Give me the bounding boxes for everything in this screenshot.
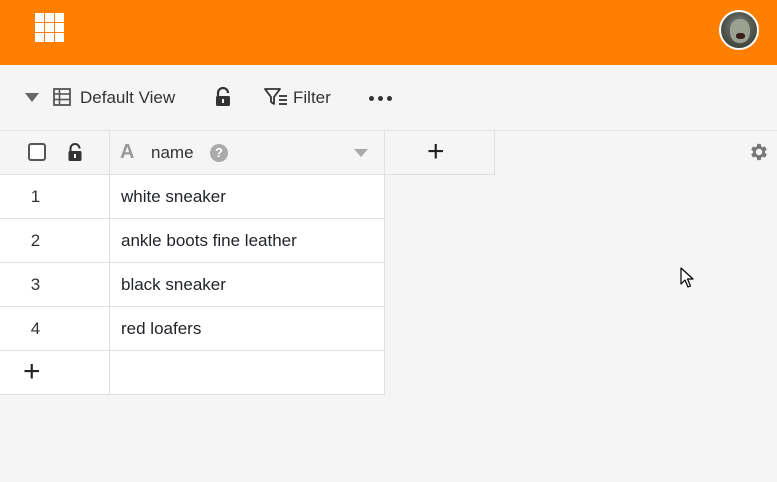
view-name-button[interactable]: Default View xyxy=(80,65,175,131)
add-row-icon[interactable]: + xyxy=(23,357,41,387)
table-view-icon xyxy=(53,88,71,106)
text-type-icon: A xyxy=(120,141,135,163)
column-header-name[interactable]: A name ? xyxy=(110,131,385,175)
row-index: 4 xyxy=(0,307,110,350)
table-row[interactable]: 4 red loafers xyxy=(0,307,385,351)
name-cell[interactable]: ankle boots fine leather xyxy=(110,219,385,262)
settings-gear-icon[interactable] xyxy=(748,141,770,163)
name-cell[interactable]: black sneaker xyxy=(110,263,385,306)
add-column-icon: + xyxy=(427,135,445,168)
row-index: 2 xyxy=(0,219,110,262)
collapse-caret-icon[interactable] xyxy=(25,93,39,102)
index-header xyxy=(0,131,110,175)
row-index: 3 xyxy=(0,263,110,306)
select-all-checkbox[interactable] xyxy=(28,143,46,161)
name-cell[interactable]: red loafers xyxy=(110,307,385,350)
filter-icon[interactable] xyxy=(264,88,288,106)
apps-grid-icon[interactable] xyxy=(35,13,64,42)
add-row[interactable]: + xyxy=(0,351,385,395)
more-icon[interactable] xyxy=(369,65,392,131)
add-column-button[interactable]: + xyxy=(385,131,495,175)
row-index: 1 xyxy=(0,175,110,218)
column-menu-caret-icon[interactable] xyxy=(354,149,368,157)
name-cell[interactable]: white sneaker xyxy=(110,175,385,218)
avatar-mouth xyxy=(736,33,745,39)
view-toolbar: Default View Filter xyxy=(0,65,777,131)
mouse-cursor xyxy=(680,267,694,288)
avatar-face xyxy=(730,19,750,43)
add-row-empty-cell[interactable] xyxy=(110,351,385,394)
lock-icon[interactable] xyxy=(67,143,83,162)
lock-icon[interactable] xyxy=(214,87,232,107)
table-row[interactable]: 1 white sneaker xyxy=(0,175,385,219)
filter-button[interactable]: Filter xyxy=(293,65,331,131)
table-row[interactable]: 2 ankle boots fine leather xyxy=(0,219,385,263)
top-bar xyxy=(0,0,777,65)
user-avatar[interactable] xyxy=(719,10,759,50)
help-icon[interactable]: ? xyxy=(210,144,228,162)
add-row-cell[interactable]: + xyxy=(0,351,110,394)
table-row[interactable]: 3 black sneaker xyxy=(0,263,385,307)
column-header-label: name xyxy=(151,143,194,162)
